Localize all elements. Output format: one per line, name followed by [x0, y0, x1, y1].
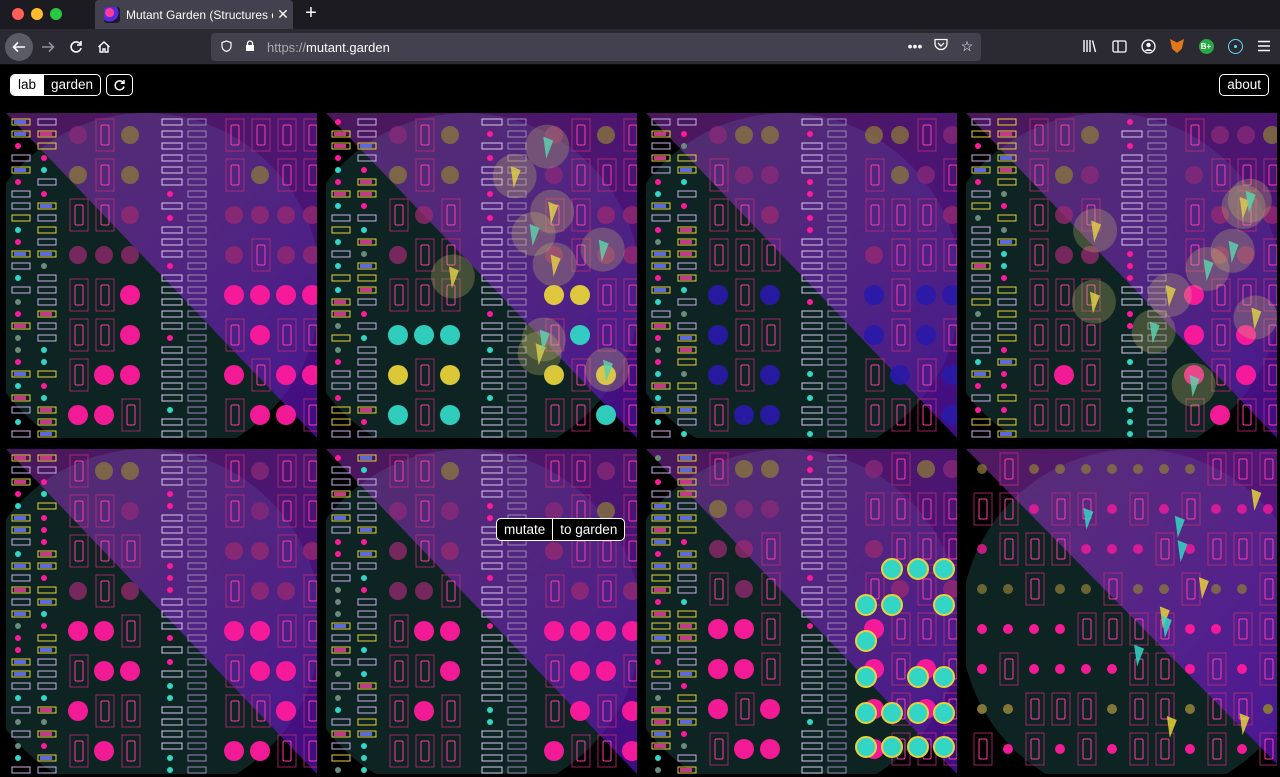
window-minimize-button[interactable] [31, 8, 43, 20]
shield-icon[interactable] [219, 39, 233, 55]
sidebar-icon[interactable] [1111, 38, 1127, 54]
pocket-icon[interactable] [933, 38, 949, 55]
mutant-tile[interactable] [646, 113, 957, 438]
mutant-tile[interactable] [326, 113, 637, 438]
lab-tab[interactable]: lab [11, 75, 44, 95]
mutant-grid [6, 113, 1278, 775]
tab-title: Mutant Garden (Structures of R [126, 7, 273, 22]
home-icon[interactable] [90, 33, 118, 61]
mutant-tile[interactable] [326, 449, 637, 774]
library-icon[interactable] [1082, 38, 1098, 54]
window-close-button[interactable] [12, 8, 24, 20]
back-arrow-icon[interactable] [5, 33, 33, 61]
url-text: https://mutant.garden [267, 40, 390, 55]
bookmark-star-icon[interactable]: ☆ [959, 38, 975, 55]
new-tab-button[interactable]: + [300, 2, 322, 25]
refresh-button[interactable] [106, 74, 133, 96]
refresh-icon [114, 79, 125, 91]
browser-navbar: https://mutant.garden ••• ☆ B+ [0, 29, 1280, 65]
extension-b-icon[interactable]: B+ [1198, 38, 1214, 54]
tab-close-icon[interactable]: ✕ [273, 6, 293, 23]
react-devtools-icon[interactable] [1227, 38, 1243, 54]
account-icon[interactable] [1140, 38, 1156, 54]
url-host: mutant.garden [306, 39, 390, 55]
view-switcher: lab garden [10, 74, 102, 96]
mutant-tile[interactable] [646, 449, 957, 774]
menu-icon[interactable] [1256, 38, 1272, 54]
mutant-tile[interactable] [6, 113, 317, 438]
garden-tab[interactable]: garden [43, 75, 100, 95]
to-garden-button[interactable]: to garden [552, 519, 624, 540]
browser-tab[interactable]: Mutant Garden (Structures of R ✕ [95, 0, 293, 29]
url-scheme: https:// [267, 39, 307, 55]
reload-icon[interactable] [62, 33, 90, 61]
about-button[interactable]: about [1219, 74, 1269, 96]
mutant-tile[interactable] [6, 449, 317, 774]
lock-icon[interactable] [243, 39, 257, 55]
more-dots-icon[interactable]: ••• [907, 38, 923, 55]
forward-arrow-icon[interactable] [34, 33, 62, 61]
browser-titlebar: Mutant Garden (Structures of R ✕ + [0, 0, 1280, 29]
page-content: lab garden about mutate to garden [0, 66, 1280, 777]
mutate-button[interactable]: mutate [497, 519, 552, 540]
tile-actions: mutate to garden [496, 518, 626, 541]
tab-favicon-icon [104, 6, 120, 23]
mutant-tile[interactable] [966, 449, 1277, 774]
window-maximize-button[interactable] [50, 8, 62, 20]
mutant-tile[interactable] [966, 113, 1277, 438]
metamask-fox-icon[interactable] [1169, 38, 1185, 54]
url-bar[interactable]: https://mutant.garden ••• ☆ [211, 33, 981, 61]
